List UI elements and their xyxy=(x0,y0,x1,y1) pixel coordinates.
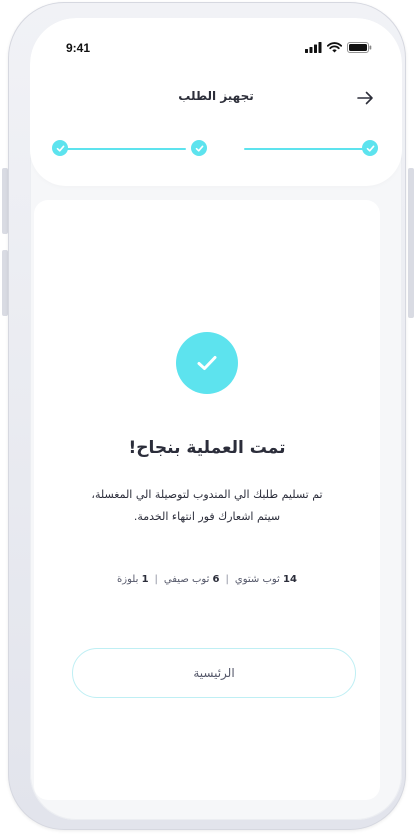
side-button-power xyxy=(408,168,414,318)
item-label: ثوب شتوي xyxy=(234,574,280,585)
signal-icon xyxy=(305,42,322,53)
success-message-line: تم تسليم طلبك الي المندوب لتوصيلة الي ال… xyxy=(91,488,323,501)
item-separator: | xyxy=(225,574,229,585)
step-1-complete xyxy=(52,140,68,156)
item-label: ثوب صيفي xyxy=(163,574,210,585)
item-count: 1 xyxy=(141,574,149,585)
check-icon xyxy=(56,145,64,152)
success-title: تمت العملية بنجاح! xyxy=(128,438,286,458)
status-icons xyxy=(305,42,372,53)
item-label: بلوزة xyxy=(117,574,139,585)
success-card: تمت العملية بنجاح! تم تسليم طلبك الي الم… xyxy=(34,200,380,800)
progress-stepper xyxy=(52,140,378,158)
item-count: 6 xyxy=(212,574,220,585)
status-time: 9:41 xyxy=(66,41,91,55)
step-2-complete xyxy=(191,140,207,156)
check-icon xyxy=(195,145,203,152)
battery-icon xyxy=(347,42,372,53)
item-entry: 14 ثوب شتوي xyxy=(235,574,297,585)
item-separator: | xyxy=(154,574,158,585)
screen: 9:41 تجهيز الطلب تمت العملية بنجاح! تم ت… xyxy=(30,18,402,820)
success-message: تم تسليم طلبك الي المندوب لتوصيلة الي ال… xyxy=(54,484,360,528)
step-connector xyxy=(244,148,364,150)
page-title: تجهيز الطلب xyxy=(178,89,254,103)
arrow-right-icon[interactable] xyxy=(354,87,376,109)
status-bar: 9:41 xyxy=(30,18,402,76)
step-connector xyxy=(66,148,186,150)
step-3-complete xyxy=(362,140,378,156)
wifi-icon xyxy=(327,42,342,53)
check-icon xyxy=(197,356,217,370)
item-entry: 6 ثوب صيفي xyxy=(164,574,220,585)
items-summary: 14 ثوب شتوي | 6 ثوب صيفي | 1 بلوزة xyxy=(34,574,380,585)
check-circle-icon xyxy=(176,332,238,394)
phone-mockup: 9:41 تجهيز الطلب تمت العملية بنجاح! تم ت… xyxy=(0,0,416,834)
top-panel: 9:41 تجهيز الطلب xyxy=(30,18,402,186)
item-count: 14 xyxy=(283,574,297,585)
item-entry: 1 بلوزة xyxy=(117,574,148,585)
success-message-line: سيتم اشعارك فور انتهاء الخدمة. xyxy=(133,510,281,523)
app-bar: تجهيز الطلب xyxy=(30,80,402,116)
phone-frame: 9:41 تجهيز الطلب تمت العملية بنجاح! تم ت… xyxy=(8,2,406,830)
check-icon xyxy=(366,145,374,152)
home-button[interactable]: الرئيسية xyxy=(72,648,356,698)
